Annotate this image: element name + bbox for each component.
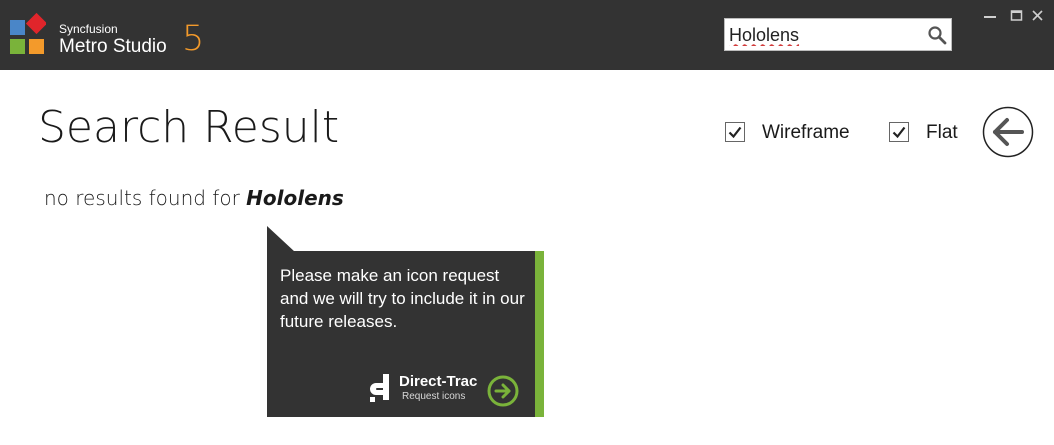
wireframe-checkbox[interactable] xyxy=(725,122,745,142)
direct-trac-subtitle: Request icons xyxy=(402,391,466,402)
tile-accent-bar xyxy=(535,251,544,417)
maximize-icon[interactable] xyxy=(1010,8,1024,22)
arrow-right-circle-icon[interactable] xyxy=(487,375,519,407)
tile-pointer xyxy=(267,226,295,252)
no-results-message: no results found for Hololens xyxy=(44,185,344,211)
title-bar: Syncfusion Metro Studio 5 xyxy=(0,0,1054,70)
back-button[interactable] xyxy=(982,106,1034,158)
direct-trac-name: Direct-Trac xyxy=(399,373,478,390)
syncfusion-logo-icon xyxy=(10,12,46,54)
checkmark-icon xyxy=(728,126,742,139)
direct-trac-logo-icon xyxy=(370,374,389,402)
search-input[interactable] xyxy=(729,23,919,47)
checkmark-icon xyxy=(892,126,906,139)
page-title: Search Result xyxy=(38,102,340,153)
close-icon[interactable] xyxy=(1031,8,1045,22)
wireframe-label[interactable]: Wireframe xyxy=(762,120,850,146)
search-icon[interactable] xyxy=(927,25,947,45)
flat-checkbox[interactable] xyxy=(889,122,909,142)
brand-company: Syncfusion xyxy=(59,22,118,36)
icon-request-tile[interactable]: Please make an icon request and we will … xyxy=(267,251,544,417)
search-box[interactable] xyxy=(724,18,952,51)
flat-label[interactable]: Flat xyxy=(926,120,958,146)
brand-product: Metro Studio xyxy=(59,36,167,57)
minimize-icon[interactable] xyxy=(983,8,997,22)
tile-message: Please make an icon request and we will … xyxy=(280,266,525,331)
no-results-prefix: no results found for xyxy=(44,186,240,210)
search-term: Hololens xyxy=(246,186,344,210)
brand-version: 5 xyxy=(182,19,205,59)
